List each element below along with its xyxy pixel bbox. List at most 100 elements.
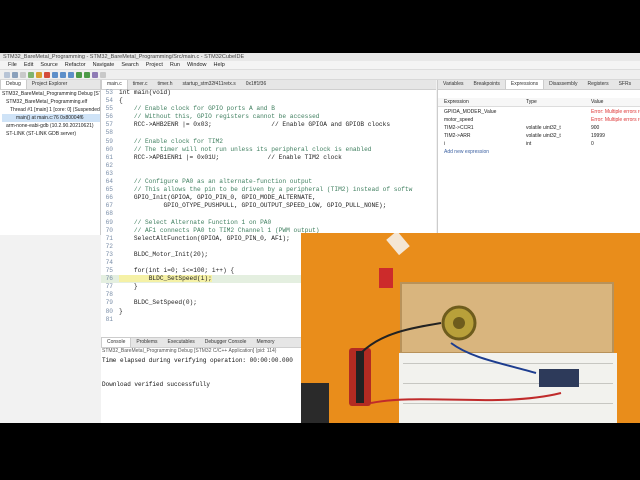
debug-icon[interactable] [76,71,82,78]
expression-row[interactable]: i int 0 [438,140,640,148]
code-line[interactable]: 57 RCC->AHB2ENR |= 0x03; // Enable GPIOA… [101,121,436,129]
code-line[interactable]: 68 [101,210,436,218]
expression-row[interactable]: TIM2->ARR volatile uint32_t 19999 [438,132,640,140]
save-icon[interactable] [12,71,18,78]
line-number[interactable]: 53 [101,89,113,97]
menu-navigate[interactable]: Navigate [93,61,115,69]
tab-variables[interactable]: Variables [438,80,468,89]
step-over-icon[interactable] [60,71,66,78]
code-line[interactable]: 59 // Enable clock for TIM2 [101,138,436,146]
header-type[interactable]: Type [526,98,537,106]
line-number[interactable]: 80 [101,308,113,316]
run-icon[interactable] [84,71,90,78]
tree-item-thread[interactable]: Thread #1 [main] 1 [core: 0] (Suspended … [2,106,100,114]
line-number[interactable]: 62 [101,162,113,170]
line-number[interactable]: 60 [101,146,113,154]
expression-row[interactable]: motor_speed Error: Multiple errors repor… [438,116,640,124]
line-number[interactable]: 68 [101,210,113,218]
line-number[interactable]: 56 [101,113,113,121]
line-number[interactable]: 64 [101,178,113,186]
suspend-icon[interactable] [36,71,42,78]
code-line[interactable]: 69 // Select Alternate Function 1 on PA0 [101,219,436,227]
code-line[interactable]: 63 [101,170,436,178]
tree-item-elf[interactable]: STM32_BareMetal_Programming.elf [2,98,100,106]
tab-project-explorer[interactable]: Project Explorer [27,80,73,89]
code-line[interactable]: 64 // Configure PA0 as an alternate-func… [101,178,436,186]
menu-search[interactable]: Search [121,61,138,69]
line-number[interactable]: 71 [101,235,113,243]
menu-help[interactable]: Help [214,61,225,69]
line-number[interactable]: 79 [101,299,113,307]
tab-sfrs[interactable]: SFRs [614,80,637,89]
code-line[interactable]: 66 GPIO_Init(GPIOA, GPIO_PIN_0, GPIO_MOD… [101,194,436,202]
step-return-icon[interactable] [68,71,74,78]
add-expression-label[interactable]: Add new expression [444,148,489,156]
line-number[interactable]: 81 [101,316,113,324]
tab-address[interactable]: 0x1ff1f36 [241,80,271,89]
header-value[interactable]: Value [591,98,603,106]
tab-problems[interactable]: Problems [131,338,162,347]
menu-edit[interactable]: Edit [24,61,33,69]
line-number[interactable]: 59 [101,138,113,146]
line-number[interactable]: 77 [101,283,113,291]
expression-row[interactable]: TIM2->CCR1 volatile uint32_t 900 [438,124,640,132]
code-line[interactable]: 61 RCC->APB1ENR1 |= 0x01U; // Enable TIM… [101,154,436,162]
tree-item-gdb[interactable]: arm-none-eabi-gdb (10.2.90.20210621) [2,122,100,130]
tab-registers[interactable]: Registers [582,80,613,89]
tab-memory[interactable]: Memory [251,338,279,347]
code-line[interactable]: 53 int main(void) [101,89,436,97]
line-number[interactable]: 61 [101,154,113,162]
line-number[interactable]: 55 [101,105,113,113]
line-number[interactable]: 72 [101,243,113,251]
tab-disassembly[interactable]: Disassembly [544,80,582,89]
tab-timer-c[interactable]: timer.c [128,80,153,89]
line-number[interactable]: 78 [101,291,113,299]
menu-window[interactable]: Window [187,61,207,69]
code-line[interactable]: 55 // Enable clock for GPIO ports A and … [101,105,436,113]
menu-source[interactable]: Source [40,61,57,69]
menu-run[interactable]: Run [170,61,180,69]
line-number[interactable]: 67 [101,202,113,210]
line-number[interactable]: 75 [101,267,113,275]
line-number[interactable]: 76 [101,275,113,283]
code-line[interactable]: 56 // Without this, GPIO registers canno… [101,113,436,121]
tab-startup[interactable]: startup_stm32f411retx.s [177,80,240,89]
tab-debugger-console[interactable]: Debugger Console [200,338,252,347]
step-into-icon[interactable] [52,71,58,78]
line-number[interactable]: 73 [101,251,113,259]
tab-expressions[interactable]: Expressions [504,80,545,89]
code-line[interactable]: 60 // The timer will not run unless its … [101,146,436,154]
search-icon[interactable] [100,71,106,78]
menu-refactor[interactable]: Refactor [65,61,86,69]
tree-item-stlink[interactable]: ST-LINK (ST-LINK GDB server) [2,130,100,138]
build-icon[interactable] [92,71,98,78]
code-line[interactable]: 67 GPIO_OTYPE_PUSHPULL, GPIO_OUTPUT_SPEE… [101,202,436,210]
line-number[interactable]: 63 [101,170,113,178]
tab-breakpoints[interactable]: Breakpoints [468,80,504,89]
code-line[interactable]: 65 // This allows the pin to be driven b… [101,186,436,194]
new-icon[interactable] [4,71,10,78]
line-number[interactable]: 74 [101,259,113,267]
line-number[interactable]: 70 [101,227,113,235]
tab-debug[interactable]: Debug [0,80,27,89]
code-line[interactable]: 62 [101,162,436,170]
code-line[interactable]: 58 [101,129,436,137]
tab-timer-h[interactable]: timer.h [152,80,177,89]
line-number[interactable]: 69 [101,219,113,227]
tree-item-launch[interactable]: STM32_BareMetal_Programming Debug [STM32… [2,90,100,98]
header-expression[interactable]: Expression [444,98,469,106]
resume-icon[interactable] [28,71,34,78]
line-number[interactable]: 57 [101,121,113,129]
line-number[interactable]: 58 [101,129,113,137]
print-icon[interactable] [20,71,26,78]
add-expression-row[interactable]: Add new expression [438,148,640,156]
menu-project[interactable]: Project [146,61,163,69]
line-number[interactable]: 66 [101,194,113,202]
code-line[interactable]: 54 { [101,97,436,105]
line-number[interactable]: 54 [101,97,113,105]
tab-main-c[interactable]: main.c [101,80,128,89]
line-number[interactable]: 65 [101,186,113,194]
tree-item-frame[interactable]: main() at main.c:76 0x80004f6 [2,114,100,122]
tab-executables[interactable]: Executables [162,338,199,347]
tab-console[interactable]: Console [101,338,132,347]
